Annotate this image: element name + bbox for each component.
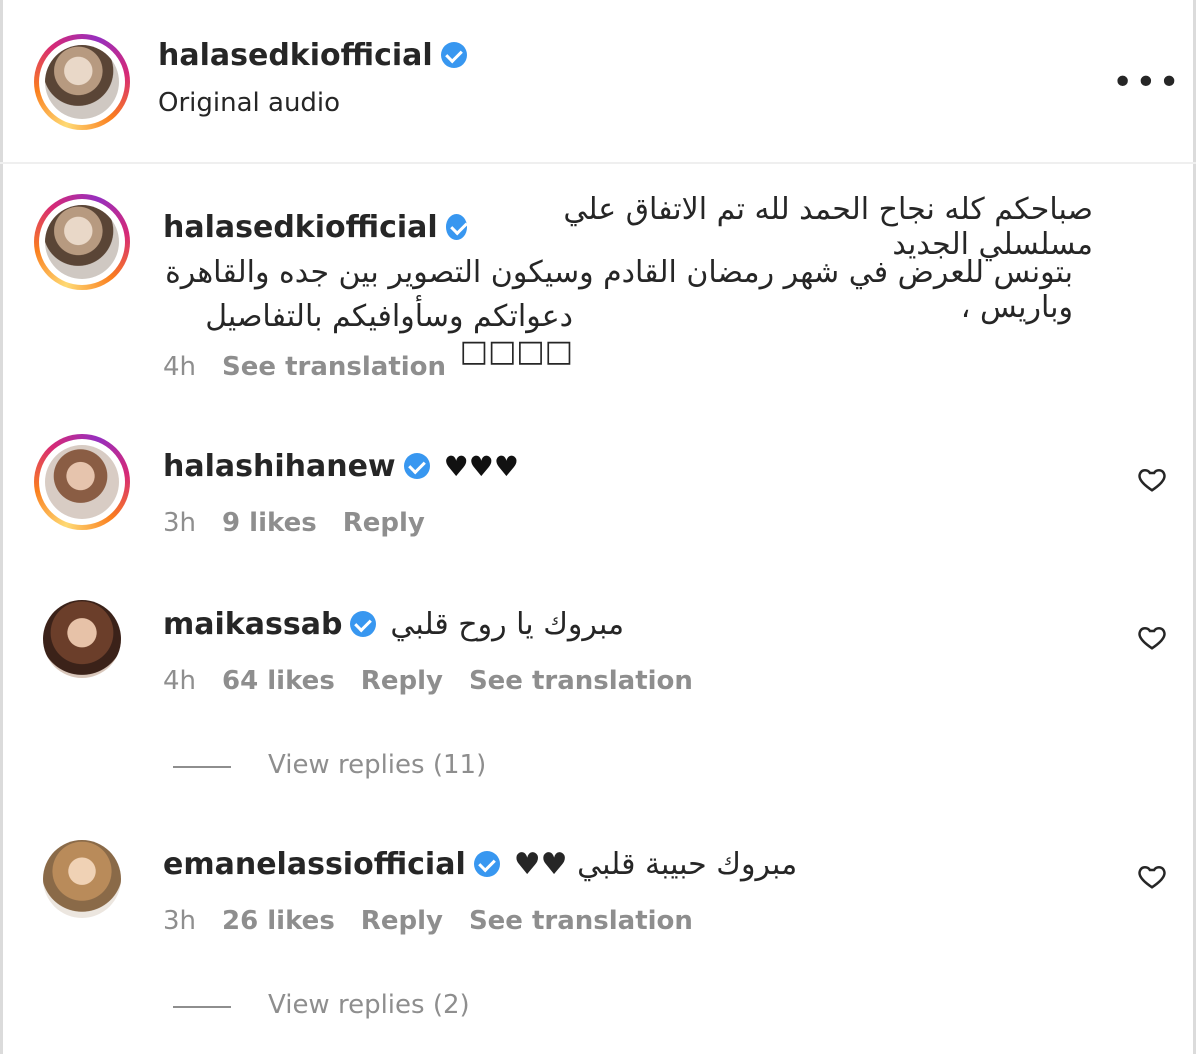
comment-text: مبروك يا روح قلبي xyxy=(390,606,625,642)
comment-avatar[interactable] xyxy=(43,840,121,918)
comment-row: maikassab مبروك يا روح قلبي xyxy=(163,602,624,646)
author-avatar[interactable] xyxy=(34,34,130,130)
audio-label[interactable]: Original audio xyxy=(158,88,340,118)
comment-text: ♥♥♥ xyxy=(443,449,519,483)
comment-avatar[interactable] xyxy=(34,434,130,530)
caption-time: 4h xyxy=(163,352,197,382)
comment-row: emanelassiofficial مبروك حبيبة قلبي ♥♥ xyxy=(163,842,797,886)
post-header: halasedkiofficial Original audio ••• xyxy=(0,0,1196,164)
caption-text-line1: صباحكم كله نجاح الحمد لله تم الاتفاق علي… xyxy=(563,192,1093,262)
comment-username[interactable]: halashihanew xyxy=(163,449,396,484)
verified-badge-icon xyxy=(440,42,467,68)
comment-likes[interactable]: 26 likes xyxy=(222,906,335,936)
see-translation-link[interactable]: See translation xyxy=(469,666,693,696)
verified-badge-icon xyxy=(445,214,468,240)
comment-meta: 3h 26 likes Reply See translation xyxy=(163,906,719,936)
comment-row: halashihanew ♥♥♥ xyxy=(163,444,519,488)
like-heart-icon[interactable] xyxy=(1137,464,1167,494)
see-translation-link[interactable]: See translation xyxy=(222,352,446,382)
verified-badge-icon xyxy=(473,851,500,877)
verified-badge-icon xyxy=(403,453,430,479)
comment-avatar[interactable] xyxy=(43,600,121,678)
comment-time: 3h xyxy=(163,906,197,936)
comment-likes[interactable]: 64 likes xyxy=(222,666,335,696)
view-replies-button[interactable]: View replies (11) xyxy=(268,750,486,780)
more-options-icon[interactable]: ••• xyxy=(1112,62,1182,103)
view-replies-divider xyxy=(173,766,231,768)
reply-button[interactable]: Reply xyxy=(361,906,443,936)
caption-meta: 4h See translation xyxy=(163,352,472,382)
comment-text: مبروك حبيبة قلبي ♥♥ xyxy=(513,846,798,882)
comment-username[interactable]: maikassab xyxy=(163,607,342,642)
comment-likes[interactable]: 9 likes xyxy=(222,508,317,538)
view-replies-divider xyxy=(173,1006,231,1008)
caption-username[interactable]: halasedkiofficial xyxy=(163,210,438,245)
see-translation-link[interactable]: See translation xyxy=(469,906,693,936)
like-heart-icon[interactable] xyxy=(1137,622,1167,652)
reply-button[interactable]: Reply xyxy=(361,666,443,696)
like-heart-icon[interactable] xyxy=(1137,861,1167,891)
view-replies-button[interactable]: View replies (2) xyxy=(268,990,470,1020)
comment-username[interactable]: emanelassiofficial xyxy=(163,847,466,882)
comment-meta: 3h 9 likes Reply xyxy=(163,508,451,538)
comment-meta: 4h 64 likes Reply See translation xyxy=(163,666,719,696)
reply-button[interactable]: Reply xyxy=(343,508,425,538)
comment-time: 4h xyxy=(163,666,197,696)
caption-avatar[interactable] xyxy=(34,194,130,290)
author-username[interactable]: halasedkiofficial xyxy=(158,38,433,73)
comment-time: 3h xyxy=(163,508,197,538)
verified-badge-icon xyxy=(350,611,377,637)
caption-block: halasedkiofficial صباحكم كله نجاح الحمد … xyxy=(163,192,1093,369)
